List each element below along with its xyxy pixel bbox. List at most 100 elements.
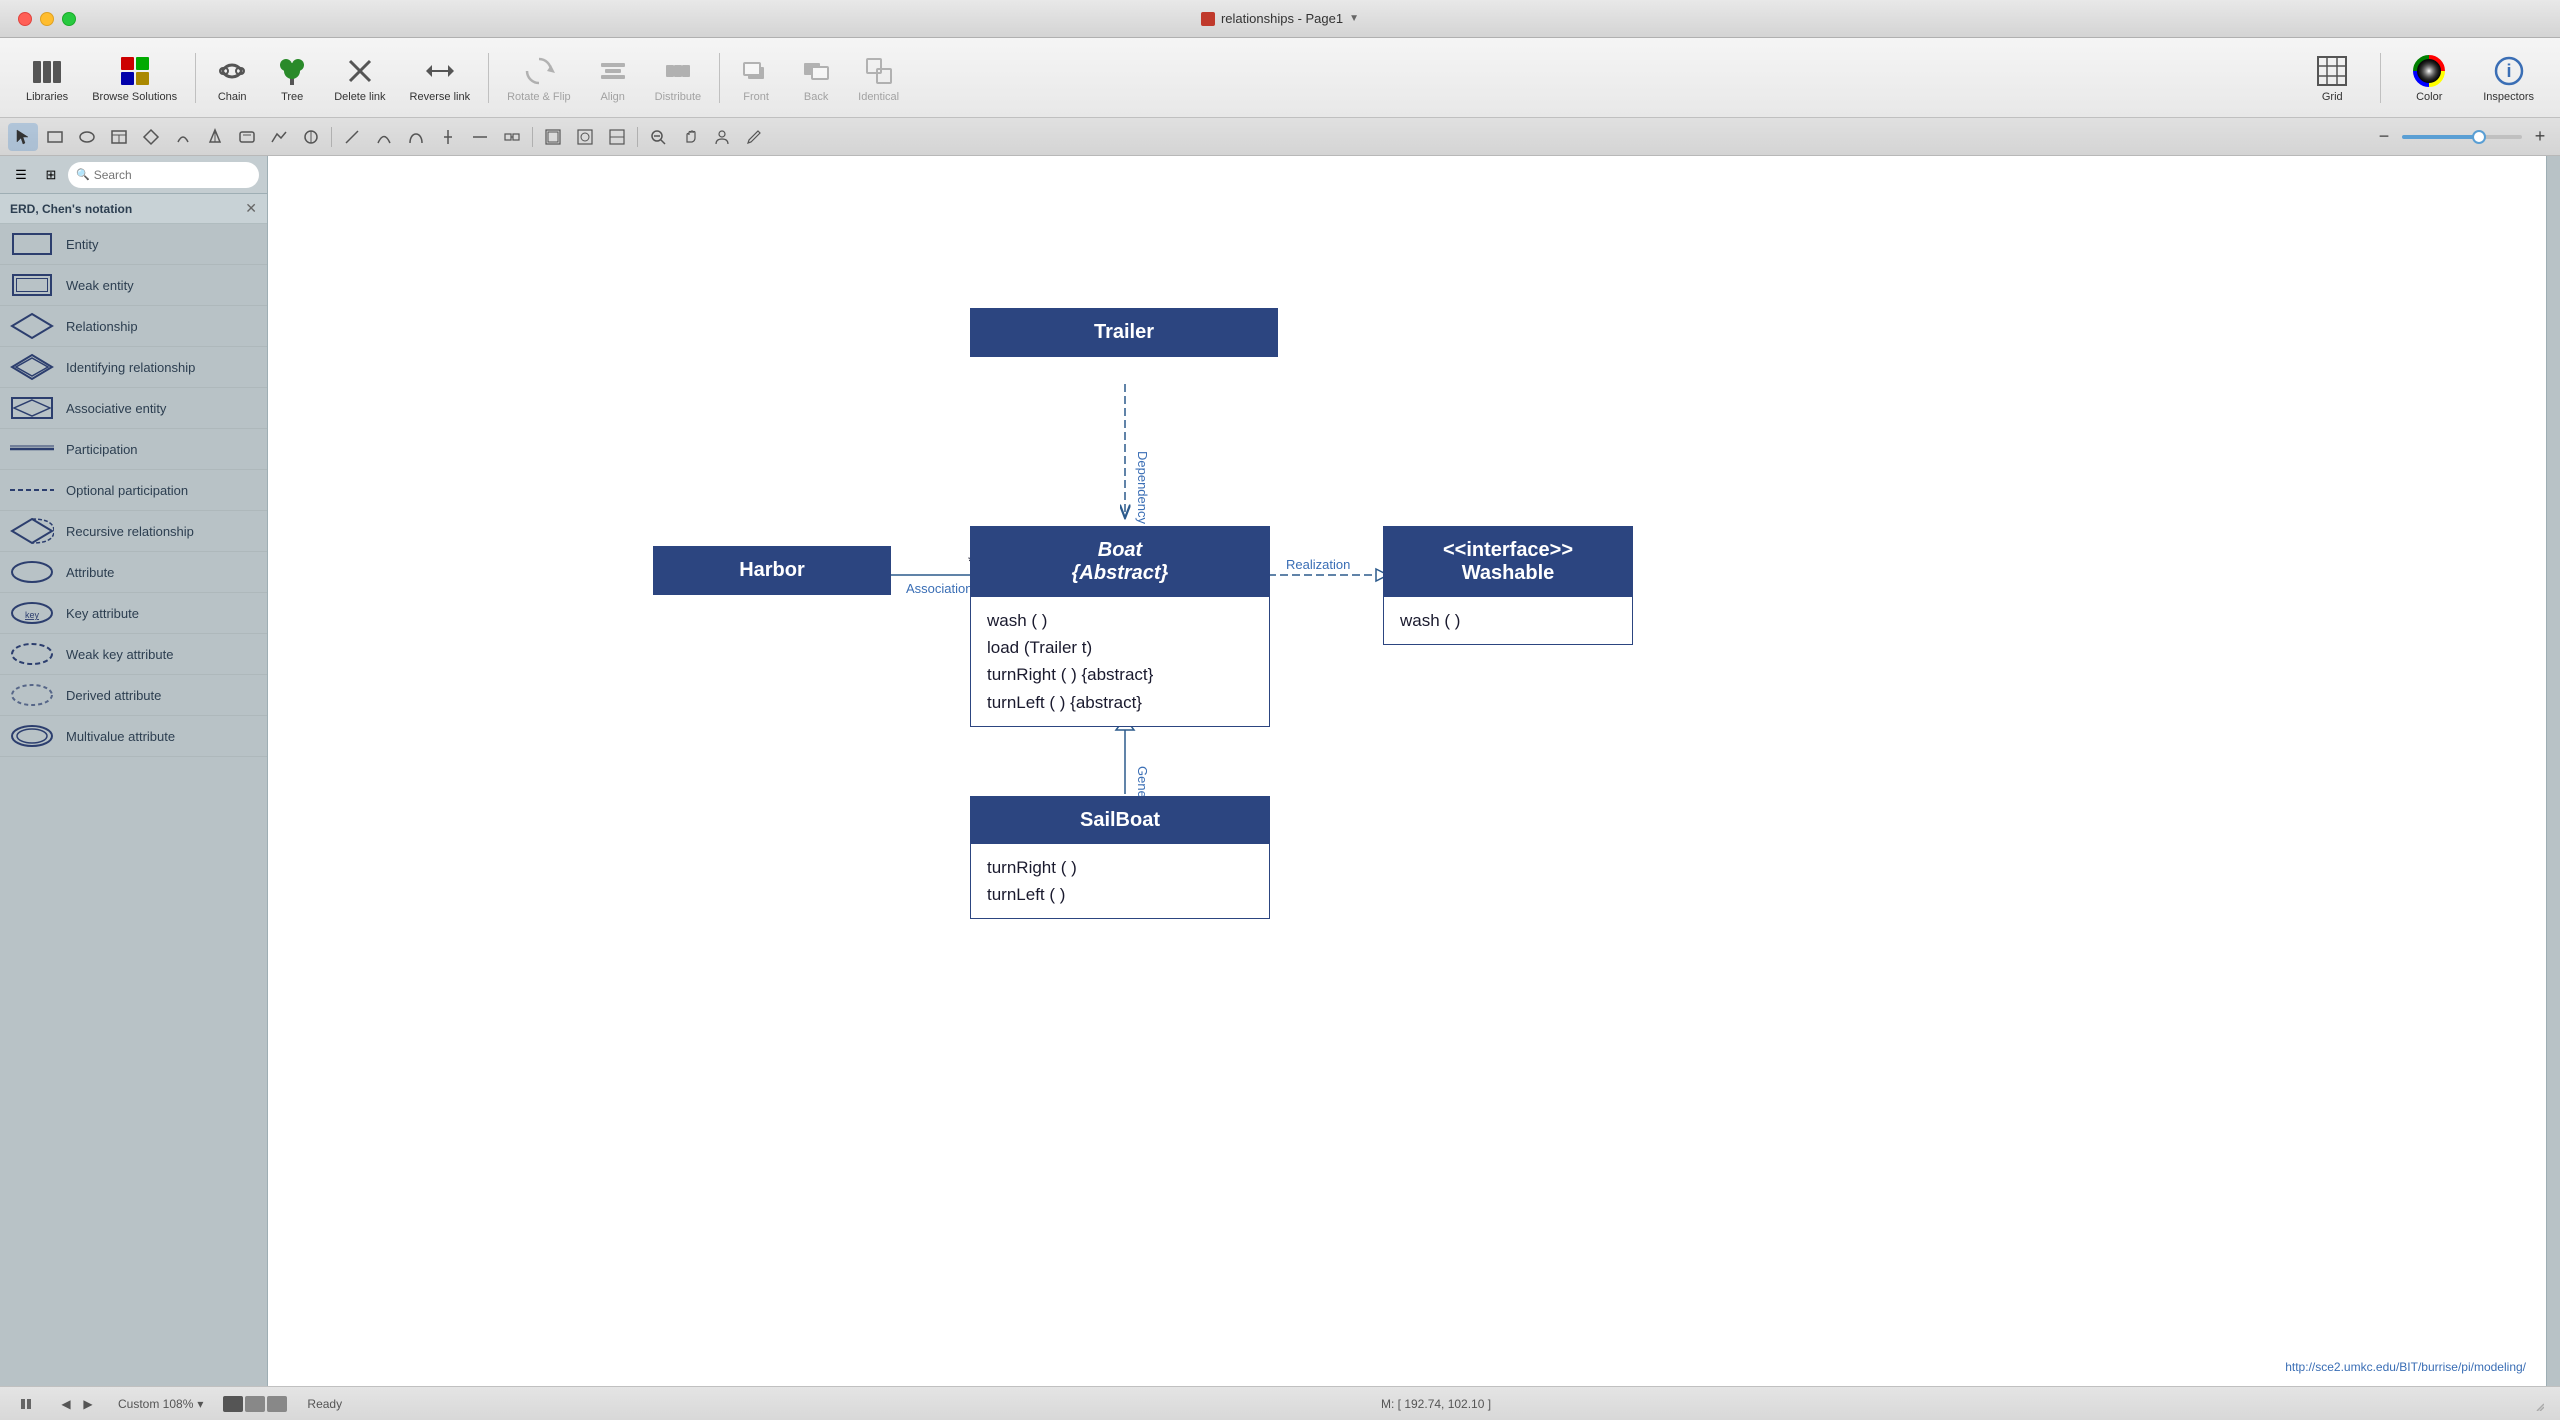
attribute-icon — [10, 558, 54, 586]
sidebar-item-entity[interactable]: Entity — [0, 224, 267, 265]
tool-curve[interactable] — [369, 123, 399, 151]
toolbar-rotate-flip[interactable]: Rotate & Flip — [497, 47, 581, 109]
diamond-tool[interactable] — [136, 123, 166, 151]
hand-tool[interactable] — [675, 123, 705, 151]
toolbar-identical[interactable]: Identical — [848, 47, 909, 109]
toolbar-front[interactable]: Front — [728, 47, 784, 109]
sidebar-item-participation[interactable]: Participation — [0, 429, 267, 470]
identifying-relationship-icon — [10, 353, 54, 381]
canvas-area[interactable]: Dependency * Association Realization — [268, 156, 2546, 1386]
toolbar-sep-2 — [488, 53, 489, 103]
rect-tool[interactable] — [40, 123, 70, 151]
toolbar-tree[interactable]: Tree — [264, 47, 320, 109]
toolbar-distribute[interactable]: Distribute — [645, 47, 711, 109]
zoom-slider[interactable] — [2402, 135, 2522, 139]
sidebar-item-key-attribute[interactable]: key Key attribute — [0, 593, 267, 634]
toolbar-libraries[interactable]: Libraries — [16, 47, 78, 109]
zoom-dropdown-icon[interactable]: ▾ — [197, 1397, 203, 1411]
search-input[interactable] — [94, 168, 251, 182]
category-close-button[interactable]: ✕ — [245, 200, 257, 217]
participation-icon — [10, 435, 54, 463]
washable-node[interactable]: <<interface>>Washable wash ( ) — [1383, 526, 1633, 645]
browse-solutions-label: Browse Solutions — [92, 91, 177, 103]
title-dropdown-icon[interactable]: ▼ — [1349, 13, 1359, 24]
toolbar-color[interactable]: Color — [2401, 47, 2457, 109]
attribution-link[interactable]: http://sce2.umkc.edu/BIT/burrise/pi/mode… — [2285, 1360, 2526, 1374]
toolbar-browse-solutions[interactable]: Browse Solutions — [82, 47, 187, 109]
sidebar-item-attribute[interactable]: Attribute — [0, 552, 267, 593]
libraries-icon — [29, 53, 65, 89]
zoom-out-icon[interactable] — [643, 123, 673, 151]
toolbar-reverse-link[interactable]: Reverse link — [400, 47, 481, 109]
table-tool[interactable] — [104, 123, 134, 151]
oval-tool[interactable] — [72, 123, 102, 151]
category-header[interactable]: ERD, Chen's notation ✕ — [0, 194, 267, 224]
toolbar-back[interactable]: Back — [788, 47, 844, 109]
prev-page-button[interactable]: ◀ — [56, 1394, 76, 1414]
tool8[interactable] — [264, 123, 294, 151]
zoom-area: − + — [2372, 125, 2552, 149]
sidebar-search[interactable]: 🔍 — [68, 162, 259, 188]
user-tool[interactable] — [707, 123, 737, 151]
zoom-out-button[interactable]: − — [2372, 125, 2396, 149]
tool-line[interactable] — [337, 123, 367, 151]
zoom-slider-thumb[interactable] — [2472, 130, 2486, 144]
tool-frame2[interactable] — [570, 123, 600, 151]
tool5[interactable] — [168, 123, 198, 151]
sidebar-view-list[interactable]: ☰ — [8, 163, 34, 187]
canvas[interactable]: Dependency * Association Realization — [268, 156, 2546, 1386]
sidebar-view-grid[interactable]: ⊞ — [38, 163, 64, 187]
maximize-button[interactable] — [62, 12, 76, 26]
trailer-node[interactable]: Trailer — [970, 308, 1278, 357]
zoom-in-button[interactable]: + — [2528, 125, 2552, 149]
harbor-node[interactable]: Harbor — [653, 546, 891, 595]
sidebar-item-multivalue-attribute[interactable]: Multivalue attribute — [0, 716, 267, 757]
resize-handle[interactable] — [2530, 1397, 2544, 1411]
weak-entity-label: Weak entity — [66, 278, 134, 293]
key-attribute-label: Key attribute — [66, 606, 139, 621]
tool6[interactable] — [200, 123, 230, 151]
tool7[interactable] — [232, 123, 262, 151]
realization-label: Realization — [1286, 557, 1350, 572]
toolbar-grid[interactable]: Grid — [2304, 47, 2360, 109]
sidebar-item-recursive-relationship[interactable]: Recursive relationship — [0, 511, 267, 552]
tool-frame3[interactable] — [602, 123, 632, 151]
boat-node[interactable]: Boat{Abstract} wash ( ) load (Trailer t)… — [970, 526, 1270, 727]
libraries-label: Libraries — [26, 91, 68, 103]
toolbar-delete-link[interactable]: Delete link — [324, 47, 395, 109]
toolbar-align[interactable]: Align — [585, 47, 641, 109]
tree-icon — [274, 53, 310, 89]
sidebar-item-relationship[interactable]: Relationship — [0, 306, 267, 347]
tool9[interactable] — [296, 123, 326, 151]
sidebar-item-optional-participation[interactable]: Optional participation — [0, 470, 267, 511]
tool-horiz[interactable] — [465, 123, 495, 151]
tool-frame1[interactable] — [538, 123, 568, 151]
next-page-button[interactable]: ▶ — [78, 1394, 98, 1414]
sailboat-node[interactable]: SailBoat turnRight ( ) turnLeft ( ) — [970, 796, 1270, 919]
toolbar-chain[interactable]: Chain — [204, 47, 260, 109]
trailer-header: Trailer — [971, 309, 1277, 356]
pause-button[interactable] — [16, 1394, 36, 1414]
sidebar-item-derived-attribute[interactable]: Derived attribute — [0, 675, 267, 716]
front-label: Front — [743, 91, 769, 103]
page-icon-1[interactable] — [223, 1396, 243, 1412]
tool-box-link[interactable] — [497, 123, 527, 151]
select-tool[interactable] — [8, 123, 38, 151]
align-label: Align — [600, 91, 624, 103]
sidebar-item-associative-entity[interactable]: Associative entity — [0, 388, 267, 429]
page-icon-2[interactable] — [245, 1396, 265, 1412]
tool-vert[interactable] — [433, 123, 463, 151]
toolbar-inspectors[interactable]: i Inspectors — [2473, 47, 2544, 109]
pencil-tool[interactable] — [739, 123, 769, 151]
sidebar-item-identifying-relationship[interactable]: Identifying relationship — [0, 347, 267, 388]
right-scrollbar[interactable] — [2546, 156, 2560, 1386]
derived-attribute-icon — [10, 681, 54, 709]
app-icon — [1201, 12, 1215, 26]
sidebar-item-weak-key-attribute[interactable]: Weak key attribute — [0, 634, 267, 675]
sidebar-item-weak-entity[interactable]: Weak entity — [0, 265, 267, 306]
identical-icon — [861, 53, 897, 89]
close-button[interactable] — [18, 12, 32, 26]
minimize-button[interactable] — [40, 12, 54, 26]
tool-bezier[interactable] — [401, 123, 431, 151]
page-icon-3[interactable] — [267, 1396, 287, 1412]
